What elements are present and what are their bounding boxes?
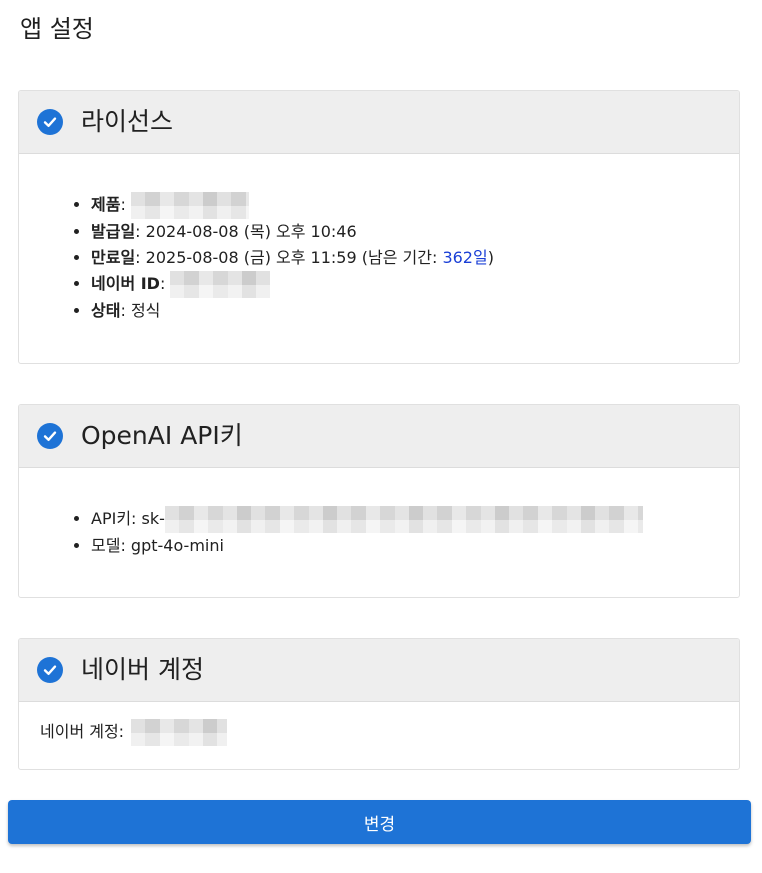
license-status-item: 상태: 정식: [91, 298, 739, 324]
license-expiry-item: 만료일: 2025-08-08 (금) 오후 11:59 (남은 기간: 362…: [91, 245, 739, 271]
redacted-naver-id-value: [170, 271, 271, 298]
license-expiry-label: 만료일: [91, 248, 136, 267]
check-circle-icon: [37, 423, 63, 449]
remaining-days-suffix: ): [487, 248, 494, 267]
model-item: 모델: gpt-4o-mini: [91, 533, 739, 559]
remaining-days-unit: 일: [472, 248, 488, 267]
openai-info-list: API키: sk- 모델: gpt-4o-mini: [19, 506, 739, 559]
check-circle-icon: [37, 657, 63, 683]
license-issued-label: 발급일: [91, 222, 136, 241]
license-status-value: 정식: [130, 301, 161, 320]
license-product-label: 제품: [91, 195, 121, 214]
license-naver-id-label: 네이버 ID: [91, 274, 160, 293]
openai-card-header: OpenAI API키: [19, 405, 739, 468]
naver-card: 네이버 계정 네이버 계정:: [18, 638, 740, 770]
openai-card: OpenAI API키 API키: sk- 모델: gpt-4o-mini: [18, 404, 740, 598]
license-issued-value: 2024-08-08 (목) 오후 10:46: [145, 222, 357, 241]
check-circle-icon: [37, 109, 63, 135]
openai-body: API키: sk- 모델: gpt-4o-mini: [19, 468, 739, 559]
naver-card-header: 네이버 계정: [19, 639, 739, 702]
license-title: 라이선스: [81, 107, 174, 136]
naver-title: 네이버 계정: [81, 655, 204, 684]
license-info-list: 제품: 발급일: 2024-08-08 (목) 오후 10:46 만료일: 20…: [19, 192, 739, 324]
license-card-header: 라이선스: [19, 91, 739, 154]
api-key-item: API키: sk-: [91, 506, 739, 533]
license-issued-item: 발급일: 2024-08-08 (목) 오후 10:46: [91, 219, 739, 245]
page-title: 앱 설정: [20, 15, 94, 43]
license-body: 제품: 발급일: 2024-08-08 (목) 오후 10:46 만료일: 20…: [19, 154, 739, 324]
naver-account-label: 네이버 계정:: [40, 722, 125, 741]
openai-title: OpenAI API키: [81, 421, 243, 450]
redacted-product-value: [130, 192, 249, 219]
redacted-api-key-value: [164, 506, 643, 533]
license-product-item: 제품:: [91, 192, 739, 219]
change-button[interactable]: 변경: [8, 800, 751, 844]
naver-body: 네이버 계정:: [19, 702, 739, 746]
license-expiry-value: 2025-08-08 (금) 오후 11:59 (남은 기간:: [145, 248, 443, 267]
model-label: 모델: gpt-4o-mini: [91, 536, 224, 555]
license-naver-id-item: 네이버 ID:: [91, 271, 739, 298]
api-key-label: API키: sk-: [91, 509, 165, 528]
remaining-days-number: 362: [442, 248, 473, 267]
license-status-label: 상태: [91, 301, 121, 320]
redacted-naver-account-value: [131, 719, 228, 746]
license-card: 라이선스 제품: 발급일: 2024-08-08 (목) 오후 10:46 만료…: [18, 90, 740, 364]
